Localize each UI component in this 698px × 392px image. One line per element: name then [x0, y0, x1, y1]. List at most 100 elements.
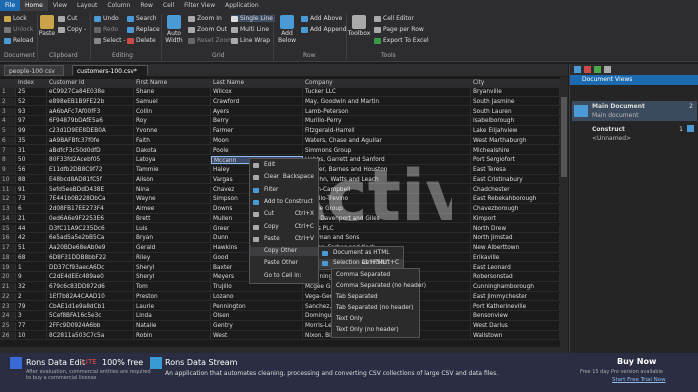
context-menu-item[interactable]: Paste Ctrl+V: [250, 235, 318, 244]
table-cell[interactable]: 93: [16, 107, 47, 116]
single-line-button[interactable]: Single Line: [231, 15, 275, 22]
table-cell[interactable]: Wilcox: [211, 88, 303, 96]
table-cell[interactable]: Carrillo-Trevino: [303, 195, 471, 203]
row-number[interactable]: 10: [0, 175, 16, 184]
row-number[interactable]: 16: [0, 234, 16, 242]
table-cell[interactable]: Trujillo: [211, 283, 303, 291]
table-cell[interactable]: Faith: [134, 136, 211, 145]
context-menu-item[interactable]: Cut Ctrl+X: [250, 210, 318, 219]
table-cell[interactable]: Ayers: [211, 107, 303, 116]
table-cell[interactable]: Nina: [134, 185, 211, 194]
table-cell[interactable]: Wayne: [134, 195, 211, 203]
row-number[interactable]: 12: [0, 195, 16, 203]
row-number[interactable]: 4: [0, 117, 16, 125]
table-cell[interactable]: eC9927Ca84E038e: [47, 88, 134, 96]
table-cell[interactable]: Samuel: [134, 97, 211, 106]
table-cell[interactable]: Pennington: [211, 302, 303, 311]
table-cell[interactable]: Robin: [134, 331, 211, 340]
auto-width-button[interactable]: Auto Width: [163, 15, 185, 44]
table-cell[interactable]: May, Goodwin and Martin: [303, 97, 471, 106]
add-append-button[interactable]: Add Append: [301, 26, 347, 33]
table-cell[interactable]: Michealshire: [471, 146, 560, 155]
redo-button[interactable]: Redo: [94, 26, 118, 33]
page-per-row-button[interactable]: Page per Row: [374, 26, 424, 33]
column-header[interactable]: City: [471, 79, 560, 87]
table-cell[interactable]: 6D8F31DDB8bbF22: [47, 253, 134, 262]
table-row[interactable]: 4 97 6F94879bDAfE5a6 Roy Berry Murillo-Perry I…: [0, 117, 560, 126]
table-cell[interactable]: Simmons Group: [303, 146, 471, 155]
row-number[interactable]: 5: [0, 127, 16, 135]
table-cell[interactable]: Collin: [134, 107, 211, 116]
vertical-scrollbar[interactable]: [560, 77, 568, 347]
table-cell[interactable]: Farmer: [211, 127, 303, 135]
table-cell[interactable]: 6: [16, 205, 47, 213]
add-above-button[interactable]: Add Above: [301, 15, 342, 22]
edit-icon[interactable]: [604, 66, 611, 73]
table-cell[interactable]: 73: [16, 195, 47, 203]
table-cell[interactable]: Cross PLC: [303, 224, 471, 233]
submenu-item[interactable]: Text Only: [332, 315, 419, 324]
table-cell[interactable]: 8C2811a503C7c5a: [47, 331, 134, 340]
menu-cell[interactable]: Cell: [158, 0, 179, 11]
table-cell[interactable]: 2d08FB17EE273F4: [47, 205, 134, 213]
table-cell[interactable]: 52: [16, 97, 47, 106]
menu-row[interactable]: Row: [135, 0, 157, 11]
table-cell[interactable]: 51: [16, 244, 47, 252]
context-menu-item[interactable]: Add to Construct: [250, 198, 318, 207]
table-row[interactable]: 1 25 eC9927Ca84E038e Shane Wilcox Tucker LLC B…: [0, 88, 560, 97]
row-number[interactable]: 8: [0, 156, 16, 164]
table-cell[interactable]: Aa20BDe68eAb0e9: [47, 244, 134, 252]
table-cell[interactable]: 50: [16, 156, 47, 164]
submenu-item[interactable]: Text Only (no header): [332, 326, 419, 335]
table-row[interactable]: 6 35 aA9BAFBfc37f0fe Faith Moon Waters, Chase…: [0, 136, 560, 146]
row-number[interactable]: 13: [0, 205, 16, 213]
context-menu-item[interactable]: Go to Cell in:: [250, 272, 318, 281]
table-cell[interactable]: Gentry: [211, 322, 303, 330]
submenu-item[interactable]: Tab Separated (no header): [332, 304, 419, 313]
context-menu-item[interactable]: Edit: [250, 161, 318, 170]
menu-layout[interactable]: Layout: [72, 0, 102, 11]
table-cell[interactable]: 3: [16, 312, 47, 320]
table-cell[interactable]: 2: [16, 292, 47, 301]
row-number[interactable]: 21: [0, 283, 16, 291]
table-cell[interactable]: Mann-Campbell: [303, 185, 471, 194]
table-cell[interactable]: Natalie: [134, 322, 211, 330]
row-number[interactable]: 18: [0, 253, 16, 262]
table-cell[interactable]: Tammie: [134, 166, 211, 174]
buy-now-link[interactable]: Buy Now: [617, 357, 656, 366]
view-icon[interactable]: [574, 66, 581, 73]
table-cell[interactable]: 0ed6A6e9F2253E6: [47, 214, 134, 223]
table-cell[interactable]: North Drew: [471, 224, 560, 233]
table-row[interactable]: 5 99 c23d1D9EE8DEB0A Yvonne Farmer Fitzgerald…: [0, 127, 560, 136]
zoom-in-button[interactable]: Zoom In: [188, 15, 222, 22]
table-row[interactable]: 2435Cef8BFA16c5e3cLindaOlsenDominguez, M…: [0, 312, 560, 321]
unlock-button[interactable]: Unlock: [4, 26, 33, 33]
view-item-main[interactable]: Main Document Main document 2: [572, 101, 697, 121]
row-number[interactable]: 1: [0, 88, 16, 96]
row-number[interactable]: 15: [0, 224, 16, 233]
table-cell[interactable]: East Rebekahborough: [471, 195, 560, 203]
table-cell[interactable]: East Leonard: [471, 263, 560, 272]
table-cell[interactable]: Gerald: [134, 244, 211, 252]
table-cell[interactable]: Olsen: [211, 312, 303, 320]
table-cell[interactable]: 42: [16, 234, 47, 242]
tab-people[interactable]: people-100 csv ×: [4, 65, 64, 86]
table-cell[interactable]: e898eEB1B9FE22b: [47, 97, 134, 106]
zoom-out-button[interactable]: Zoom Out: [188, 26, 227, 33]
table-cell[interactable]: Crawford: [211, 97, 303, 106]
table-cell[interactable]: 9: [16, 273, 47, 281]
lock-button[interactable]: Lock: [4, 15, 27, 22]
table-cell[interactable]: 97: [16, 117, 47, 125]
construct-icon[interactable]: [687, 125, 694, 132]
table-cell[interactable]: 21: [16, 214, 47, 223]
table-cell[interactable]: D3fC11A9C235Dc6: [47, 224, 134, 233]
row-number[interactable]: 3: [0, 107, 16, 116]
add-icon[interactable]: [594, 66, 601, 73]
table-cell[interactable]: Chadchester: [471, 185, 560, 194]
submenu-item[interactable]: Selection as HTML Ctrl+Shift+C: [319, 259, 403, 268]
table-cell[interactable]: 25: [16, 88, 47, 96]
start-trial-link[interactable]: Start Free Trial Now: [612, 377, 666, 383]
table-cell[interactable]: 6F94879bDAfE5a6: [47, 117, 134, 125]
row-number[interactable]: 9: [0, 166, 16, 174]
search-button[interactable]: Search: [127, 15, 157, 22]
